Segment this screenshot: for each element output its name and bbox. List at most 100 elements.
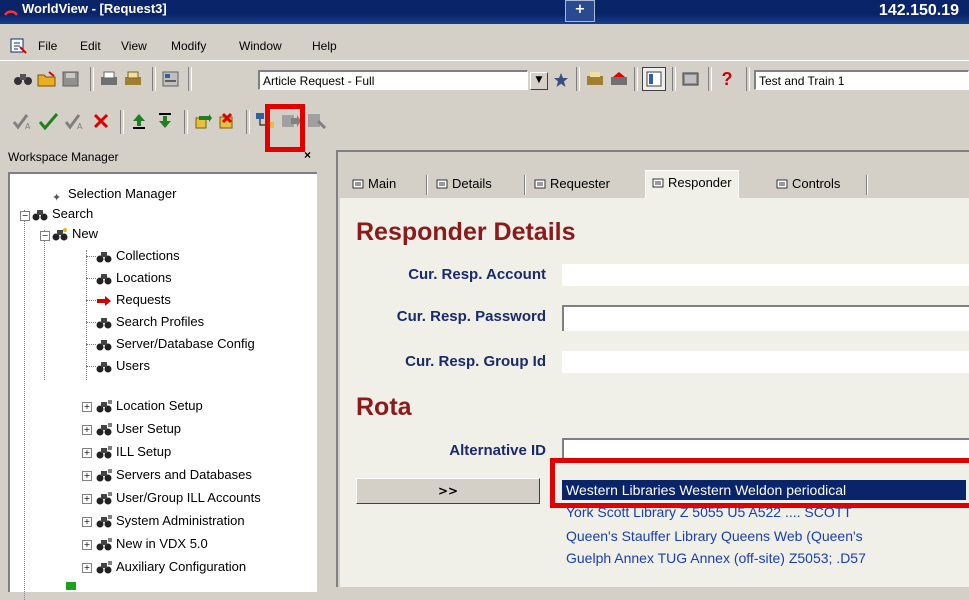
- menu-help[interactable]: Help: [312, 39, 337, 53]
- svg-text:A: A: [25, 122, 31, 130]
- main-toolbar: Article Request - Full ▼ ? Test and Trai…: [0, 60, 969, 97]
- tab-requester[interactable]: Requester: [528, 172, 616, 196]
- taskbar-tab-button[interactable]: +: [565, 0, 595, 22]
- menu-bar: File Edit View Modify Window Help: [0, 36, 969, 58]
- tab-controls[interactable]: Controls: [770, 172, 846, 196]
- expand-servers-databases-toggle[interactable]: +: [82, 471, 92, 481]
- binoculars-group-icon: [96, 445, 112, 459]
- tree-item-server-database-config[interactable]: Server/Database Config: [96, 334, 255, 354]
- binoculars-group-icon: [96, 560, 112, 574]
- tab-responder[interactable]: Responder: [645, 170, 739, 198]
- current-responder-password-field[interactable]: [562, 305, 969, 331]
- rota-list-item[interactable]: Queen's Stauffer Library Queens Web (Que…: [566, 526, 863, 546]
- tree-item-requests[interactable]: Requests: [96, 290, 171, 310]
- tree-item-collections[interactable]: Collections: [96, 246, 180, 266]
- expand-location-setup-toggle[interactable]: +: [82, 402, 92, 412]
- print-preview-icon[interactable]: [122, 68, 144, 90]
- cancel-request-icon[interactable]: [216, 110, 238, 132]
- tree-item-search-profiles[interactable]: Search Profiles: [96, 312, 204, 332]
- reject-x-icon[interactable]: [90, 110, 112, 132]
- tree-item-users[interactable]: Users: [96, 356, 150, 376]
- svg-text:A: A: [77, 122, 83, 130]
- highlight-box-cancel-button: [265, 104, 305, 152]
- approve-selected-icon[interactable]: A: [64, 110, 86, 132]
- document-icon[interactable]: [10, 38, 28, 54]
- binoculars-group-icon: [96, 422, 112, 436]
- binoculars-group-icon: [96, 537, 112, 551]
- binoculars-group-icon: [96, 399, 112, 413]
- menu-window[interactable]: Window: [239, 39, 282, 53]
- current-responder-group-id-field[interactable]: [562, 351, 969, 373]
- move-down-icon[interactable]: [154, 110, 176, 132]
- window-icon[interactable]: [680, 68, 702, 90]
- favorite-star-icon[interactable]: [550, 69, 572, 91]
- workspace-close-icon[interactable]: ×: [304, 148, 311, 162]
- binoculars-icon: [96, 273, 112, 285]
- tree-item-servers-and-databases[interactable]: Servers and Databases: [96, 465, 252, 485]
- pane-splitter[interactable]: [318, 150, 334, 587]
- partially-visible-item-icon: [66, 582, 76, 590]
- tab-document-icon: [534, 179, 546, 189]
- binoculars-icon: [96, 361, 112, 373]
- menu-modify[interactable]: Modify: [171, 39, 206, 53]
- request-type-select[interactable]: Article Request - Full: [258, 70, 528, 90]
- tree-item-new[interactable]: New: [52, 224, 98, 244]
- tree-item-location-setup[interactable]: Location Setup: [96, 396, 203, 416]
- alternative-id-label: Alternative ID: [449, 442, 546, 459]
- expand-search-toggle[interactable]: −: [20, 211, 30, 221]
- forward-request-icon[interactable]: [192, 110, 214, 132]
- current-responder-account-field[interactable]: [562, 264, 969, 286]
- server-address: 142.150.19: [878, 2, 959, 19]
- move-to-rota-button[interactable]: >>: [356, 478, 540, 504]
- expand-new-in-vdx-toggle[interactable]: +: [82, 540, 92, 550]
- expand-user-group-ill-accounts-toggle[interactable]: +: [82, 494, 92, 504]
- tab-details[interactable]: Details: [430, 172, 498, 196]
- current-responder-group-id-label: Cur. Resp. Group Id: [405, 353, 546, 370]
- report-icon[interactable]: [306, 110, 328, 132]
- arrow-right-icon: [97, 295, 111, 306]
- tree-item-new-in-vdx[interactable]: New in VDX 5.0: [96, 534, 208, 554]
- binoculars-group-icon: [96, 514, 112, 528]
- menu-file[interactable]: File: [38, 39, 57, 53]
- binoculars-icon: [96, 317, 112, 329]
- workspace-manager-title: Workspace Manager: [8, 150, 119, 164]
- help-icon[interactable]: ?: [716, 68, 738, 90]
- tab-document-icon: [352, 179, 364, 189]
- workspace-tree: ✦ Selection Manager − Search − New Collec…: [8, 172, 317, 600]
- print-icon[interactable]: [98, 68, 120, 90]
- tree-item-auxiliary-configuration[interactable]: Auxiliary Configuration: [96, 557, 246, 577]
- profile-select[interactable]: Test and Train 1: [754, 70, 969, 90]
- responder-details-heading: Responder Details: [356, 218, 576, 246]
- form-view-toggle-icon[interactable]: [642, 67, 666, 91]
- binoculars-group-icon: [96, 468, 112, 482]
- tab-main[interactable]: Main: [346, 172, 402, 196]
- expand-new-toggle[interactable]: −: [40, 231, 50, 241]
- open-folder-icon[interactable]: [36, 68, 58, 90]
- request-type-dropdown-button[interactable]: ▼: [530, 72, 548, 90]
- tab-document-icon: [436, 179, 448, 189]
- save-icon[interactable]: [60, 68, 82, 90]
- binoculars-icon[interactable]: [12, 68, 34, 90]
- tree-item-selection-manager[interactable]: ✦ Selection Manager: [52, 184, 176, 204]
- menu-edit[interactable]: Edit: [80, 39, 101, 53]
- approve-check-icon[interactable]: [38, 110, 60, 132]
- expand-user-setup-toggle[interactable]: +: [82, 425, 92, 435]
- tree-item-user-setup[interactable]: User Setup: [96, 419, 181, 439]
- expand-ill-setup-toggle[interactable]: +: [82, 448, 92, 458]
- tree-item-user-group-ill-accounts[interactable]: User/Group ILL Accounts: [96, 488, 261, 508]
- rota-list-item[interactable]: Guelph Annex TUG Annex (off-site) Z5053;…: [566, 548, 866, 568]
- tab-document-icon: [776, 179, 788, 189]
- expand-system-administration-toggle[interactable]: +: [82, 517, 92, 527]
- tree-item-search[interactable]: Search: [32, 204, 93, 224]
- approve-all-icon[interactable]: A: [12, 110, 34, 132]
- send-icon[interactable]: [608, 68, 630, 90]
- tree-item-locations[interactable]: Locations: [96, 268, 172, 288]
- properties-icon[interactable]: [160, 68, 182, 90]
- menu-view[interactable]: View: [121, 39, 147, 53]
- move-up-icon[interactable]: [128, 110, 150, 132]
- tree-item-system-administration[interactable]: System Administration: [96, 511, 245, 531]
- tree-item-ill-setup[interactable]: ILL Setup: [96, 442, 171, 462]
- binoculars-icon: [52, 227, 68, 241]
- expand-auxiliary-configuration-toggle[interactable]: +: [82, 563, 92, 573]
- transfer-icon[interactable]: [584, 68, 606, 90]
